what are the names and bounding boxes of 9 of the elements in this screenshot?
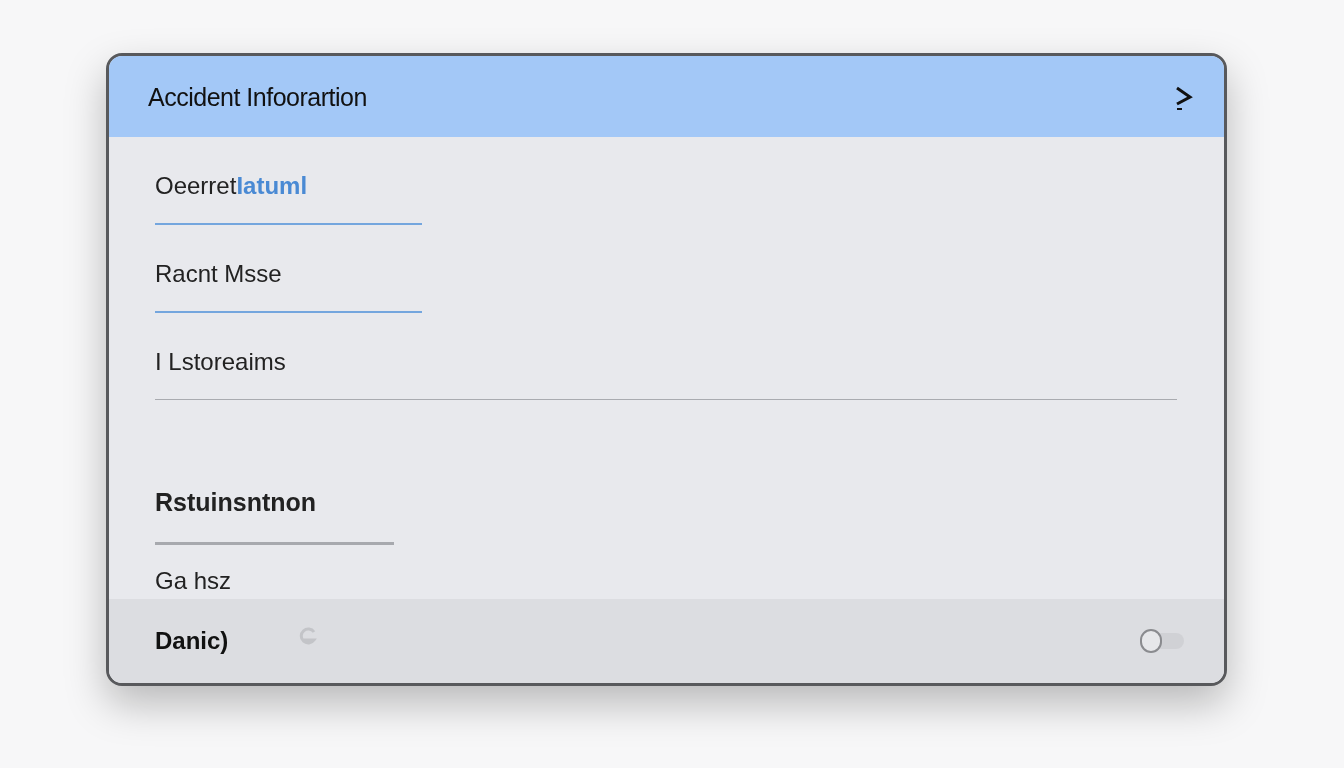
field-value: Iatuml — [236, 171, 308, 202]
field-label: Racnt Msse — [155, 259, 282, 290]
field-label: Oeerret — [155, 171, 237, 202]
footer-label: Danic) — [155, 625, 229, 656]
faint-icon — [298, 626, 319, 645]
field-label: I Lstoreaims — [155, 347, 286, 378]
header-title: Accident Infoorartion — [148, 81, 367, 112]
section-title: Rstuinsntnon — [155, 487, 318, 519]
field-label: Ga hsz — [155, 566, 232, 594]
